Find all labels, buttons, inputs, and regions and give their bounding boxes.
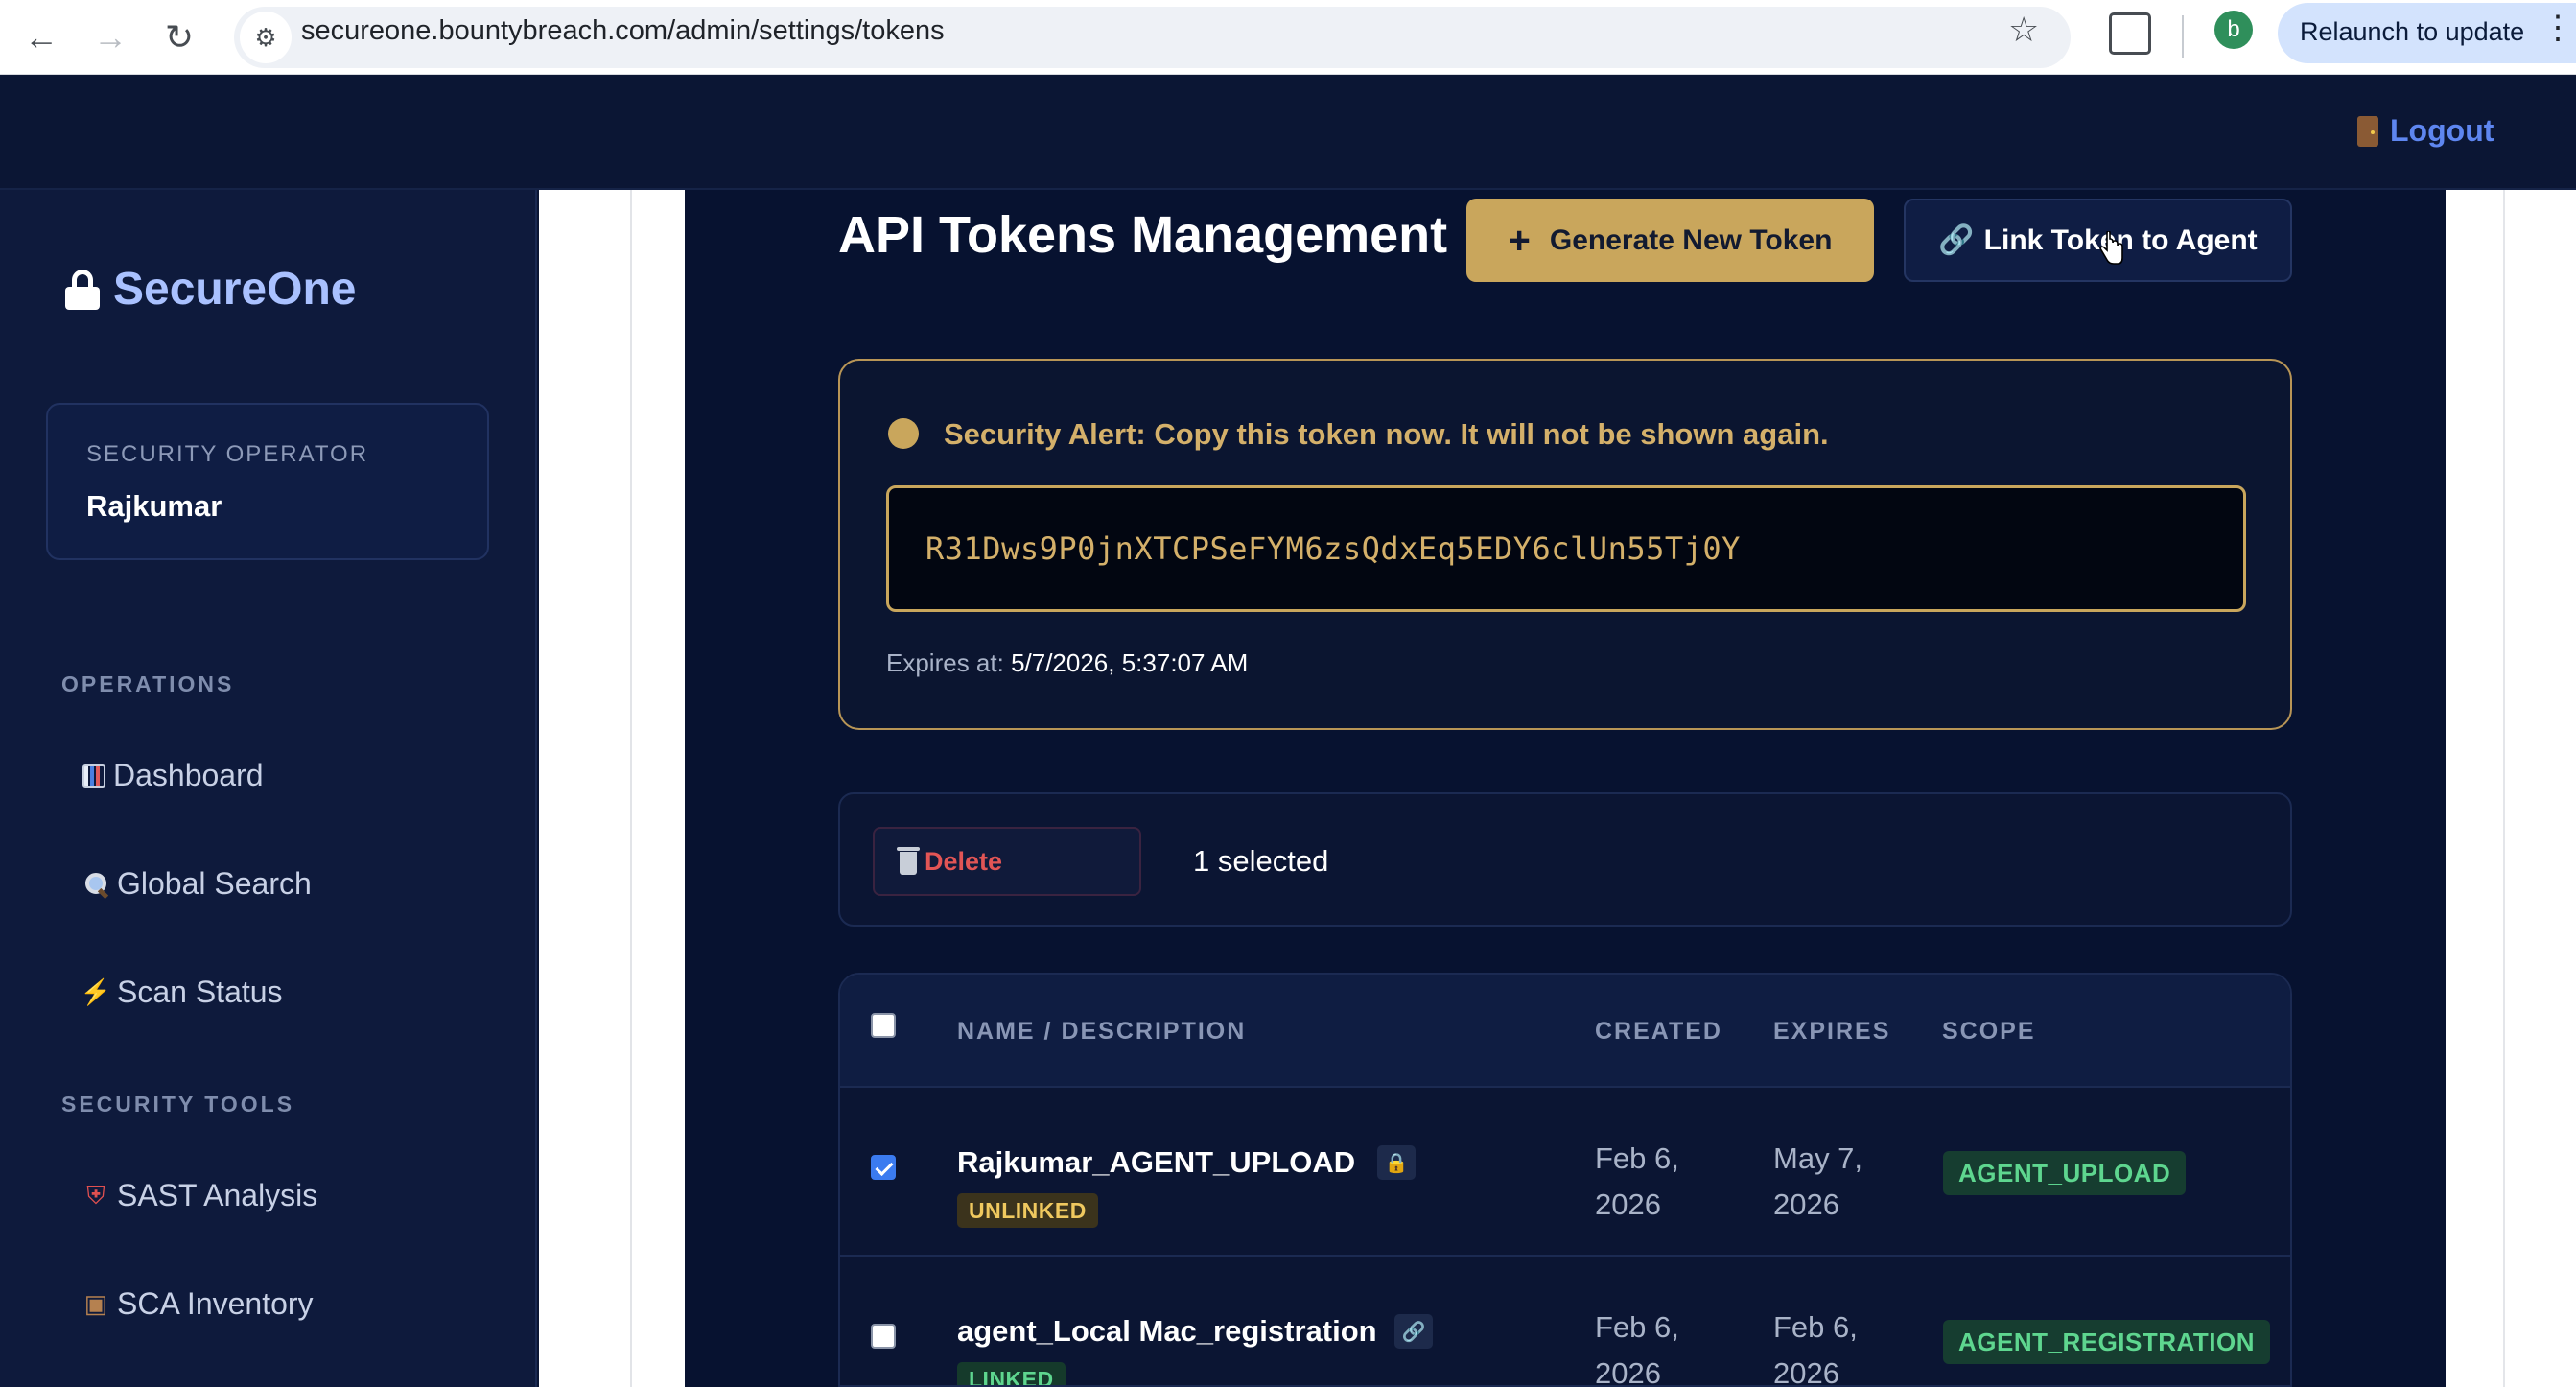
lock-icon bbox=[65, 269, 100, 310]
toolbar-divider bbox=[2182, 15, 2184, 58]
sidebar-item-global-search[interactable]: Global Search bbox=[82, 866, 312, 902]
status-badge: UNLINKED bbox=[957, 1193, 1098, 1228]
app-header: Logout bbox=[0, 75, 2576, 190]
delete-label: Delete bbox=[925, 846, 1003, 876]
logout-link[interactable]: Logout bbox=[2357, 113, 2494, 149]
status-badge: LINKED bbox=[957, 1362, 1066, 1385]
generate-token-button[interactable]: + Generate New Token bbox=[1466, 199, 1874, 282]
link-icon: 🔗 bbox=[1394, 1314, 1433, 1349]
token-name: Rajkumar_AGENT_UPLOAD bbox=[957, 1145, 1356, 1179]
row-checkbox[interactable] bbox=[871, 1324, 896, 1349]
table-header: NAME / DESCRIPTION CREATED EXPIRES SCOPE bbox=[840, 975, 2290, 1086]
warning-dot-icon bbox=[888, 418, 919, 449]
sidebar-item-dashboard[interactable]: Dashboard bbox=[82, 758, 264, 793]
created-date: Feb 6, 2026 bbox=[1595, 1305, 1679, 1387]
sidebar-item-sast-analysis[interactable]: ⛨ SAST Analysis bbox=[82, 1178, 317, 1213]
lock-icon: 🔒 bbox=[1377, 1145, 1416, 1180]
expires-value: 5/7/2026, 5:37:07 AM bbox=[1011, 648, 1249, 677]
sidebar-item-label: Scan Status bbox=[117, 975, 283, 1009]
table-row[interactable]: agent_Local Mac_registration 🔗 LINKED Fe… bbox=[840, 1255, 2290, 1387]
created-date-line2: 2026 bbox=[1595, 1187, 1661, 1221]
content-gutter-right bbox=[2503, 190, 2576, 1387]
token-value[interactable]: R31Dws9P0jnXTCPSeFYM6zsQdxEq5EDY6clUn55T… bbox=[925, 530, 1741, 567]
alert-message: Security Alert: Copy this token now. It … bbox=[944, 417, 1829, 451]
trash-icon bbox=[897, 847, 920, 875]
expires-date-line2: 2026 bbox=[1773, 1356, 1839, 1387]
pointer-cursor-icon bbox=[2099, 231, 2123, 265]
expires-date: Feb 6, 2026 bbox=[1773, 1305, 1858, 1387]
tokens-table: NAME / DESCRIPTION CREATED EXPIRES SCOPE… bbox=[838, 973, 2292, 1387]
expires-date-line1: May 7, bbox=[1773, 1141, 1863, 1175]
lens-extension-icon[interactable] bbox=[2109, 12, 2151, 55]
column-header-scope[interactable]: SCOPE bbox=[1942, 1018, 2036, 1046]
page-title: API Tokens Management bbox=[838, 206, 1448, 264]
column-header-name[interactable]: NAME / DESCRIPTION bbox=[957, 1018, 1246, 1046]
package-icon: ▣ bbox=[83, 1289, 108, 1318]
token-name: agent_Local Mac_registration bbox=[957, 1314, 1377, 1348]
more-menu-icon[interactable]: ⋮ bbox=[2541, 12, 2574, 44]
selected-count: 1 selected bbox=[1193, 844, 1329, 878]
expires-date-line2: 2026 bbox=[1773, 1187, 1839, 1221]
sidebar-item-sca-inventory[interactable]: ▣ SCA Inventory bbox=[82, 1286, 314, 1322]
content-gutter-left bbox=[539, 190, 630, 1387]
logout-label: Logout bbox=[2390, 113, 2494, 148]
brand-logo[interactable]: SecureOne bbox=[65, 263, 356, 316]
table-row[interactable]: Rajkumar_AGENT_UPLOAD 🔒 UNLINKED Feb 6, … bbox=[840, 1086, 2290, 1255]
reload-icon[interactable]: ↻ bbox=[153, 12, 205, 63]
created-date: Feb 6, 2026 bbox=[1595, 1136, 1679, 1228]
expires-date: May 7, 2026 bbox=[1773, 1136, 1862, 1228]
column-header-expires[interactable]: EXPIRES bbox=[1773, 1018, 1890, 1046]
sidebar-item-label: SCA Inventory bbox=[117, 1286, 314, 1321]
bookmark-star-icon[interactable]: ☆ bbox=[2008, 10, 2039, 50]
operator-card: SECURITY OPERATOR Rajkumar bbox=[46, 403, 489, 560]
select-all-checkbox[interactable] bbox=[871, 1013, 896, 1038]
delete-button[interactable]: Delete bbox=[873, 827, 1141, 896]
operator-role: SECURITY OPERATOR bbox=[86, 441, 369, 467]
scope-badge: AGENT_UPLOAD bbox=[1943, 1151, 2187, 1195]
sidebar-item-scan-status[interactable]: ⚡ Scan Status bbox=[80, 975, 283, 1010]
row-checkbox[interactable] bbox=[871, 1155, 896, 1180]
site-settings-icon[interactable]: ⚙ bbox=[240, 12, 292, 63]
security-alert-card: Security Alert: Copy this token now. It … bbox=[838, 359, 2292, 730]
sidebar-item-label: Dashboard bbox=[113, 758, 264, 792]
forward-arrow-icon[interactable]: → bbox=[84, 12, 136, 63]
magnifier-icon bbox=[82, 871, 109, 898]
brand-name: SecureOne bbox=[113, 264, 357, 315]
door-icon bbox=[2357, 115, 2378, 147]
lightning-icon: ⚡ bbox=[80, 977, 112, 1006]
expires-label: Expires at: bbox=[886, 648, 1004, 677]
scope-badge: AGENT_REGISTRATION bbox=[1943, 1320, 2270, 1364]
sidebar-item-label: SAST Analysis bbox=[117, 1178, 318, 1212]
sidebar-item-label: Global Search bbox=[117, 866, 312, 901]
plus-icon: + bbox=[1508, 219, 1531, 262]
relaunch-button[interactable]: Relaunch to update bbox=[2278, 3, 2576, 63]
section-label-operations: OPERATIONS bbox=[61, 671, 235, 696]
created-date-line1: Feb 6, bbox=[1595, 1310, 1679, 1344]
column-header-created[interactable]: CREATED bbox=[1595, 1018, 1722, 1046]
link-icon: 🔗 bbox=[1938, 224, 1975, 256]
created-date-line1: Feb 6, bbox=[1595, 1141, 1679, 1175]
browser-toolbar: ← → ↻ ⚙ secureone.bountybreach.com/admin… bbox=[0, 0, 2576, 75]
relaunch-label: Relaunch to update bbox=[2300, 17, 2525, 46]
profile-avatar[interactable]: b bbox=[2214, 11, 2253, 49]
section-label-security-tools: SECURITY TOOLS bbox=[61, 1092, 295, 1117]
sidebar: SecureOne SECURITY OPERATOR Rajkumar OPE… bbox=[0, 190, 537, 1387]
expires-date-line1: Feb 6, bbox=[1773, 1310, 1858, 1344]
link-token-button[interactable]: 🔗 Link Token to Agent bbox=[1904, 199, 2292, 282]
operator-name: Rajkumar bbox=[86, 489, 222, 523]
generate-token-label: Generate New Token bbox=[1549, 223, 1833, 256]
bulk-action-bar: Delete 1 selected bbox=[838, 792, 2292, 927]
token-display[interactable]: R31Dws9P0jnXTCPSeFYM6zsQdxEq5EDY6clUn55T… bbox=[886, 485, 2246, 612]
bar-chart-icon bbox=[82, 764, 105, 788]
created-date-line2: 2026 bbox=[1595, 1356, 1661, 1387]
url-text[interactable]: secureone.bountybreach.com/admin/setting… bbox=[301, 14, 945, 47]
shield-icon: ⛨ bbox=[86, 1180, 105, 1210]
back-arrow-icon[interactable]: ← bbox=[15, 12, 67, 63]
token-expiry: Expires at: 5/7/2026, 5:37:07 AM bbox=[886, 648, 1248, 678]
